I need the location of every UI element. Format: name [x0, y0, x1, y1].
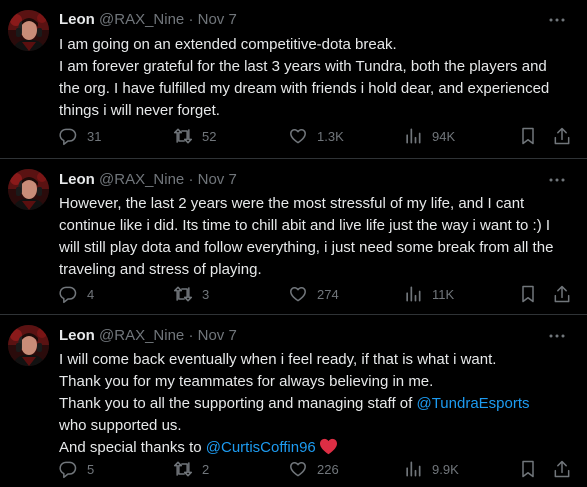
- tweet-2[interactable]: Leon @RAX_Nine · Nov 7 However, the last…: [0, 159, 587, 314]
- tweet-line: I am forever grateful for the last 3 yea…: [59, 58, 547, 75]
- reply-count: 5: [87, 461, 95, 477]
- retweet-icon: [173, 461, 193, 477]
- action-bar: 5 2 226 9.9K: [58, 459, 578, 479]
- bookmark-icon: [522, 460, 534, 478]
- bookmark-icon: [522, 127, 534, 145]
- views-button[interactable]: 94K: [403, 126, 455, 146]
- share-icon: [554, 460, 570, 478]
- tweet-line: Thank you for my teammates for always be…: [59, 373, 434, 390]
- like-icon: [290, 129, 306, 144]
- reply-icon: [59, 286, 77, 304]
- more-icon[interactable]: [547, 326, 567, 346]
- bookmark-button[interactable]: [518, 459, 538, 479]
- like-count: 226: [317, 461, 339, 477]
- tweet-line: will still play dota and follow everythi…: [59, 239, 554, 256]
- avatar[interactable]: [8, 325, 49, 366]
- timestamp[interactable]: Nov 7: [198, 11, 237, 28]
- tweet-header: Leon @RAX_Nine · Nov 7: [59, 326, 237, 346]
- bookmark-button[interactable]: [518, 284, 538, 304]
- retweet-button[interactable]: 2: [173, 459, 209, 479]
- like-icon: [290, 287, 306, 302]
- avatar[interactable]: [8, 10, 49, 51]
- author-handle[interactable]: @RAX_Nine: [99, 327, 184, 344]
- action-bar: 31 52 1.3K 94K: [58, 126, 578, 146]
- tweet-line-text: And special thanks to: [59, 439, 202, 456]
- like-button[interactable]: 274: [288, 284, 339, 304]
- views-button[interactable]: 9.9K: [403, 459, 459, 479]
- tweet-1[interactable]: Leon @RAX_Nine · Nov 7 I am going on an …: [0, 0, 587, 158]
- like-button[interactable]: 226: [288, 459, 339, 479]
- share-button[interactable]: [552, 284, 572, 304]
- separator-dot: ·: [188, 327, 194, 344]
- tweet-text: I will come back eventually when i feel …: [59, 349, 579, 462]
- tweet-3[interactable]: Leon @RAX_Nine · Nov 7 I will come back …: [0, 315, 587, 487]
- tweet-line: However, the last 2 years were the most …: [59, 195, 525, 212]
- reply-icon: [59, 128, 77, 146]
- retweet-count: 2: [202, 461, 210, 477]
- tweet-text: I am going on an extended competitive-do…: [59, 34, 579, 122]
- views-count: 94K: [432, 128, 456, 144]
- retweet-button[interactable]: 3: [173, 284, 209, 304]
- tweet-line: things i will never forget.: [59, 102, 220, 119]
- timestamp[interactable]: Nov 7: [198, 327, 237, 344]
- reply-count: 4: [87, 286, 95, 302]
- like-button[interactable]: 1.3K: [288, 126, 344, 146]
- reply-icon: [59, 461, 77, 479]
- retweet-button[interactable]: 52: [173, 126, 216, 146]
- retweet-icon: [173, 128, 193, 144]
- bookmark-icon: [522, 285, 534, 303]
- views-icon: [406, 128, 421, 144]
- tweet-line: traveling and stress of playing.: [59, 261, 262, 278]
- timestamp[interactable]: Nov 7: [198, 171, 237, 188]
- reply-count: 31: [87, 128, 102, 144]
- tweet-line: continue like i did. Its time to chill a…: [59, 217, 551, 234]
- tweet-text: However, the last 2 years were the most …: [59, 193, 579, 281]
- tweet-header: Leon @RAX_Nine · Nov 7: [59, 10, 237, 30]
- like-count: 274: [317, 286, 339, 302]
- tweet-line: I am going on an extended competitive-do…: [59, 36, 397, 53]
- like-icon: [290, 462, 306, 477]
- retweet-icon: [173, 286, 193, 302]
- retweet-count: 52: [202, 128, 217, 144]
- reply-button[interactable]: 5: [58, 459, 94, 479]
- share-icon: [554, 285, 570, 303]
- share-icon: [554, 127, 570, 145]
- author-handle[interactable]: @RAX_Nine: [99, 171, 184, 188]
- share-button[interactable]: [552, 459, 572, 479]
- author-handle[interactable]: @RAX_Nine: [99, 11, 184, 28]
- views-button[interactable]: 11K: [403, 284, 454, 304]
- like-count: 1.3K: [317, 128, 344, 144]
- views-icon: [406, 461, 421, 477]
- views-count: 11K: [432, 286, 455, 302]
- separator-dot: ·: [188, 11, 194, 28]
- tweet-line: the org. I have fulfilled my dream with …: [59, 80, 550, 97]
- tweet-line: I will come back eventually when i feel …: [59, 351, 497, 368]
- more-icon[interactable]: [547, 10, 567, 30]
- tweet-line-text: Thank you to all the supporting and mana…: [59, 395, 413, 412]
- bookmark-button[interactable]: [518, 126, 538, 146]
- retweet-count: 3: [202, 286, 210, 302]
- action-bar: 4 3 274 11K: [58, 284, 578, 304]
- author-name[interactable]: Leon: [59, 327, 95, 344]
- author-name[interactable]: Leon: [59, 171, 95, 188]
- reply-button[interactable]: 31: [58, 126, 101, 146]
- views-icon: [406, 286, 421, 302]
- tweet-line: Thank you to all the supporting and mana…: [59, 393, 579, 415]
- reply-button[interactable]: 4: [58, 284, 94, 304]
- tweet-header: Leon @RAX_Nine · Nov 7: [59, 170, 237, 190]
- author-name[interactable]: Leon: [59, 11, 95, 28]
- share-button[interactable]: [552, 126, 572, 146]
- more-icon[interactable]: [547, 170, 567, 190]
- avatar[interactable]: [8, 169, 49, 210]
- mention-curtiscoffin96[interactable]: @CurtisCoffin96: [206, 439, 316, 456]
- views-count: 9.9K: [432, 461, 459, 477]
- separator-dot: ·: [188, 171, 194, 188]
- tweet-line: who supported us.: [59, 417, 182, 434]
- mention-tundraesports[interactable]: @TundraEsports: [416, 395, 529, 412]
